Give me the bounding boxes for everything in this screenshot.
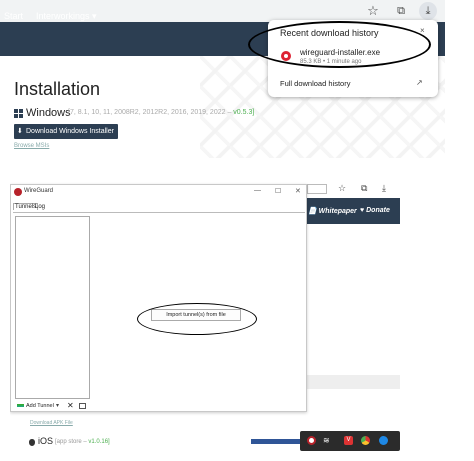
window-title: WireGuard: [24, 188, 54, 194]
full-download-history-link[interactable]: Full download history: [280, 79, 350, 88]
ios-heading: iOS: [38, 436, 54, 446]
vivaldi-icon[interactable]: V: [344, 436, 353, 445]
window-titlebar[interactable]: [11, 185, 306, 199]
whitepaper-link[interactable]: 📄 Whitepaper: [308, 207, 357, 215]
network-icon[interactable]: ≋: [323, 436, 332, 445]
ios-store-info: [app store – v1.0.16]: [55, 439, 110, 445]
donate-label: Donate: [366, 207, 390, 214]
open-external-icon[interactable]: ↗: [416, 78, 423, 87]
delete-icon[interactable]: ✕: [67, 401, 74, 410]
minimize-icon[interactable]: —: [254, 187, 261, 194]
star-icon[interactable]: ☆: [338, 183, 346, 194]
export-icon[interactable]: [79, 403, 86, 409]
tunnel-list[interactable]: [15, 216, 90, 399]
windows-heading: Windows: [26, 107, 71, 119]
browse-msis-link[interactable]: Browse MSIs: [14, 143, 49, 149]
add-tunnel-label: Add Tunnel: [26, 403, 54, 409]
add-tunnel-icon: [17, 404, 24, 408]
download-apk-link[interactable]: Download APK File: [30, 420, 73, 426]
wireguard-window: WireGuard — ☐ ✕ Tunnels Log Add Tunnel ▾…: [10, 184, 307, 412]
tab-divider: [13, 212, 305, 213]
windows-versions: [7, 8.1, 10, 11, 2008R2, 2012R2, 2016, 2…: [68, 109, 254, 116]
star-icon[interactable]: ☆: [365, 3, 381, 19]
browser-screenshot: ☆ ⧉ ⤓ Start Interworkings ▾ Installation…: [0, 0, 445, 158]
download-icon[interactable]: ⤓: [419, 2, 437, 20]
download-icon[interactable]: ⤓: [382, 183, 386, 194]
nav-start-link[interactable]: Start: [4, 11, 23, 21]
ios-store-link[interactable]: [app store –: [55, 439, 87, 445]
nav-interworkings-menu[interactable]: Interworkings ▾: [36, 11, 97, 22]
ios-version: v1.0.16]: [88, 439, 110, 445]
puzzle-icon[interactable]: ⧉: [393, 3, 409, 19]
whitepaper-label: Whitepaper: [318, 208, 357, 215]
download-button-label: Download Windows Installer: [26, 128, 114, 135]
wireguard-tray-icon[interactable]: [307, 436, 316, 445]
puzzle-icon[interactable]: ⧉: [361, 183, 367, 194]
wireguard-screenshot: ☆ ⧉ ⤓ 📄 Whitepaper ♥ Donate WireGuard — …: [10, 180, 400, 453]
page-title: Installation: [14, 79, 101, 99]
donate-link[interactable]: ♥ Donate: [360, 207, 390, 214]
add-tunnel-button[interactable]: Add Tunnel: [17, 403, 54, 409]
windows-version-list: [7, 8.1, 10, 11, 2008R2, 2012R2, 2016, 2…: [68, 109, 232, 116]
wireguard-logo-icon: [14, 188, 22, 196]
edge-icon[interactable]: [379, 436, 388, 445]
close-icon[interactable]: ✕: [295, 187, 301, 195]
download-windows-installer-button[interactable]: ⬇ Download Windows Installer: [14, 124, 118, 139]
background-strip: [305, 375, 400, 389]
windows-version-number: v0.5.3]: [233, 109, 255, 116]
highlight-oval: [248, 21, 431, 68]
download-icon: ⬇: [17, 128, 23, 135]
chevron-down-icon[interactable]: ▾: [56, 402, 59, 409]
chrome-icon[interactable]: [361, 436, 370, 445]
windows-logo-icon: [14, 109, 23, 118]
tab-log[interactable]: Log: [35, 204, 45, 210]
apple-icon: [29, 439, 35, 446]
maximize-icon[interactable]: ☐: [275, 187, 281, 195]
arrow-annotation: [251, 439, 305, 444]
highlight-oval: [137, 303, 257, 335]
background-field: [307, 184, 327, 194]
